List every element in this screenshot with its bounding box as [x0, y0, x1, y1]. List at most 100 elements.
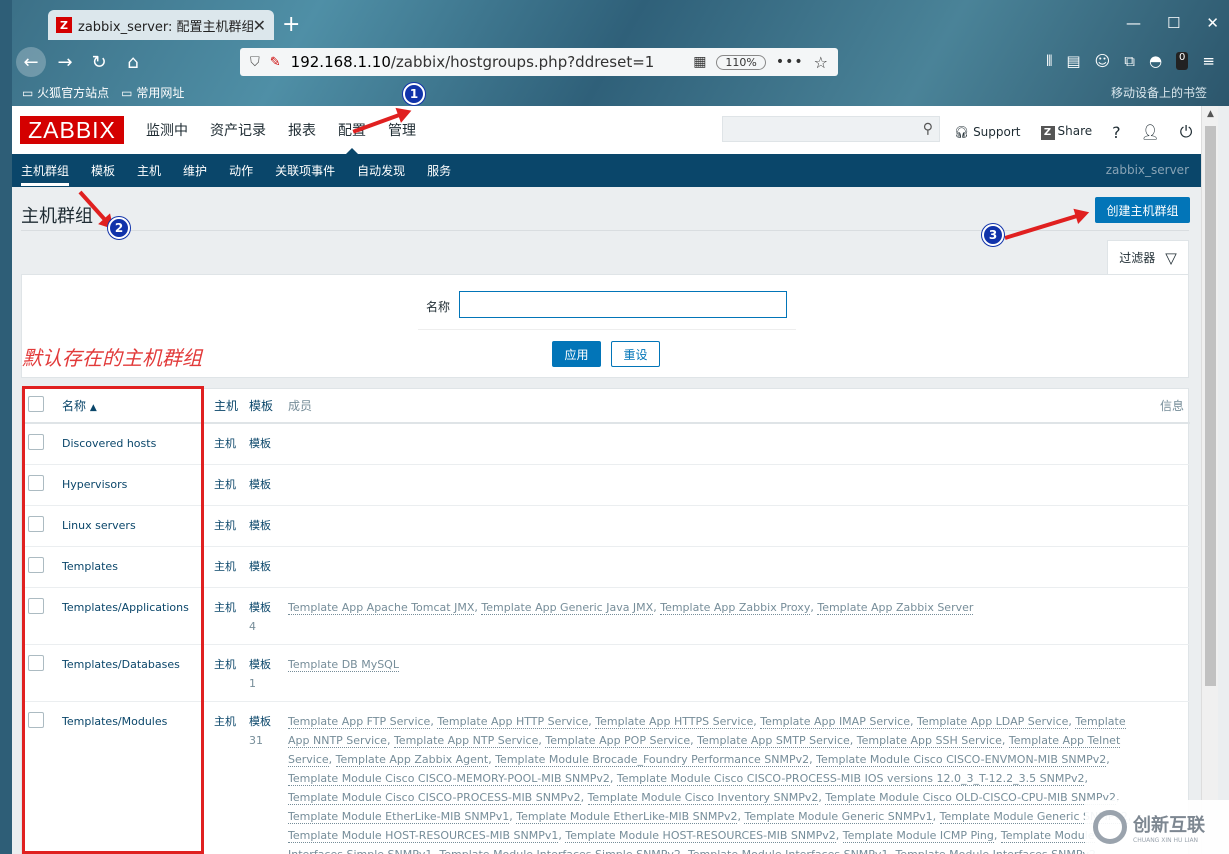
zabbix-logo[interactable]: ZABBIX [20, 116, 124, 144]
member-template-link[interactable]: Template Module Cisco Inventory SNMPv2 [587, 791, 819, 805]
templates-link[interactable]: 模板 [249, 437, 271, 450]
global-search-input[interactable]: ⚲ [722, 116, 940, 142]
member-template-link[interactable]: Template Module Interfaces SNMPv2 [895, 848, 1096, 854]
maximize-icon[interactable]: ☐ [1167, 14, 1180, 32]
home-icon[interactable]: ⌂ [118, 47, 148, 77]
host-group-name-link[interactable]: Hypervisors [62, 478, 127, 491]
menu-inventory[interactable]: 资产记录 [210, 120, 266, 140]
apply-button[interactable]: 应用 [552, 341, 601, 367]
host-group-name-link[interactable]: Templates/Applications [62, 601, 189, 614]
member-template-link[interactable]: Template Module Interfaces Simple SNMPv2 [439, 848, 681, 854]
scroll-up-icon[interactable]: ▲ [1202, 106, 1219, 122]
bookmark-star-icon[interactable]: ☆ [814, 53, 828, 72]
templates-link[interactable]: 模板 [249, 715, 271, 728]
host-group-name-link[interactable]: Linux servers [62, 519, 136, 532]
member-template-link[interactable]: Template Module HOST-RESOURCES-MIB SNMPv… [288, 829, 559, 843]
member-template-link[interactable]: Template App NTP Service [393, 734, 539, 748]
menu-reports[interactable]: 报表 [288, 120, 316, 140]
subnav-hosts[interactable]: 主机 [137, 162, 161, 179]
help-icon[interactable]: ? [1112, 123, 1121, 142]
close-tab-icon[interactable]: ✕ [253, 16, 266, 35]
hosts-link[interactable]: 主机 [214, 715, 236, 728]
member-template-link[interactable]: Template Module EtherLike-MIB SNMPv1 [288, 810, 510, 824]
subnav-discovery[interactable]: 自动发现 [357, 162, 405, 179]
bookmark-firefox[interactable]: 火狐官方站点 [22, 84, 109, 101]
zoom-level[interactable]: 110% [716, 54, 766, 70]
reload-icon[interactable]: ↻ [84, 47, 114, 77]
member-template-link[interactable]: Template Module Cisco OLD-CISCO-CPU-MIB … [825, 791, 1117, 805]
member-template-link[interactable]: Template DB MySQL [288, 658, 399, 672]
templates-link[interactable]: 模板 [249, 560, 271, 573]
member-template-link[interactable]: Template App Zabbix Agent [335, 753, 489, 767]
member-template-link[interactable]: Template Module Cisco CISCO-MEMORY-POOL-… [288, 772, 610, 786]
member-template-link[interactable]: Template App LDAP Service [917, 715, 1069, 729]
row-checkbox[interactable] [28, 434, 44, 450]
minimize-icon[interactable]: — [1126, 14, 1141, 32]
subnav-host-groups[interactable]: 主机群组 [21, 162, 70, 186]
row-checkbox[interactable] [28, 516, 44, 532]
support-link[interactable]: 🎧︎ Support [954, 125, 1021, 139]
insecure-lock-icon[interactable]: ✎ [270, 55, 281, 70]
host-group-name-link[interactable]: Templates/Databases [62, 658, 180, 671]
reset-button[interactable]: 重设 [611, 341, 660, 367]
menu-administration[interactable]: 管理 [388, 120, 416, 140]
host-group-name-link[interactable]: Templates/Modules [62, 715, 167, 728]
bookmark-common[interactable]: 常用网址 [121, 84, 184, 101]
member-template-link[interactable]: Template Module HOST-RESOURCES-MIB SNMPv… [565, 829, 836, 843]
subnav-services[interactable]: 服务 [427, 162, 451, 179]
account-icon[interactable]: ☺ [1095, 52, 1111, 70]
shield-icon[interactable]: ⛉ [250, 55, 260, 70]
member-template-link[interactable]: Template App FTP Service [288, 715, 431, 729]
hosts-link[interactable]: 主机 [214, 519, 236, 532]
menu-icon[interactable]: ≡ [1202, 52, 1215, 70]
scroll-thumb[interactable] [1205, 126, 1216, 686]
member-template-link[interactable]: Template App Apache Tomcat JMX [288, 601, 475, 615]
search-icon[interactable]: ⚲ [923, 121, 933, 137]
row-checkbox[interactable] [28, 475, 44, 491]
url-bar[interactable]: ⛉ ✎ 192.168.1.10/zabbix/hostgroups.php?d… [240, 48, 838, 76]
create-host-group-button[interactable]: 创建主机群组 [1095, 197, 1190, 223]
member-template-link[interactable]: Template Module Brocade_Foundry Performa… [495, 753, 810, 767]
more-actions-icon[interactable]: ••• [776, 54, 804, 70]
host-group-name-link[interactable]: Discovered hosts [62, 437, 156, 450]
mobile-bookmarks[interactable]: 移动设备上的书签 [1111, 84, 1207, 101]
sidebar-icon[interactable]: ▤ [1066, 52, 1080, 70]
share-link[interactable]: Z Share [1040, 124, 1092, 140]
close-window-icon[interactable]: ✕ [1206, 14, 1219, 32]
screenshot-icon[interactable]: ⧉ [1124, 52, 1135, 70]
row-checkbox[interactable] [28, 598, 44, 614]
member-template-link[interactable]: Template App Generic Java JMX [481, 601, 654, 615]
member-template-link[interactable]: Template App Zabbix Proxy [660, 601, 811, 615]
page-scrollbar[interactable]: ▲ [1201, 106, 1218, 854]
member-template-link[interactable]: Template Module Interfaces SNMPv1 [687, 848, 889, 854]
member-template-link[interactable]: Template App Zabbix Server [817, 601, 974, 615]
member-template-link[interactable]: Template Module Cisco CISCO-PROCESS-MIB … [288, 791, 581, 805]
member-template-link[interactable]: Template App SSH Service [856, 734, 1002, 748]
member-template-link[interactable]: Template Module ICMP Ping [842, 829, 994, 843]
menu-monitoring[interactable]: 监测中 [146, 120, 188, 140]
member-template-link[interactable]: Template Module Cisco CISCO-ENVMON-MIB S… [816, 753, 1107, 767]
select-all-checkbox[interactable] [28, 396, 44, 412]
member-template-link[interactable]: Template App HTTP Service [437, 715, 589, 729]
forward-arrow-icon[interactable]: → [50, 47, 80, 77]
templates-link[interactable]: 模板 [249, 658, 271, 671]
user-profile-icon[interactable]: 👤︎ [1141, 123, 1160, 141]
subnav-maintenance[interactable]: 维护 [183, 162, 207, 179]
hosts-link[interactable]: 主机 [214, 437, 236, 450]
browser-tab[interactable]: Z zabbix_server: 配置主机群组 ✕ [48, 10, 274, 40]
member-template-link[interactable]: Template App HTTPS Service [595, 715, 754, 729]
templates-link[interactable]: 模板 [249, 519, 271, 532]
notification-badge[interactable]: 0 [1176, 52, 1189, 70]
hosts-link[interactable]: 主机 [214, 601, 236, 614]
member-template-link[interactable]: Template App SMTP Service [697, 734, 850, 748]
member-template-link[interactable]: Template Module Cisco CISCO-PROCESS-MIB … [616, 772, 1085, 786]
row-checkbox[interactable] [28, 557, 44, 573]
hosts-link[interactable]: 主机 [214, 478, 236, 491]
member-template-link[interactable]: Template App POP Service [545, 734, 691, 748]
row-checkbox[interactable] [28, 712, 44, 728]
member-template-link[interactable]: Template Module Generic SNMPv1 [744, 810, 933, 824]
host-group-name-link[interactable]: Templates [62, 560, 118, 573]
subnav-actions[interactable]: 动作 [229, 162, 253, 179]
filter-tab[interactable]: 过滤器 ▽ [1107, 240, 1189, 274]
subnav-correlation[interactable]: 关联项事件 [275, 162, 335, 179]
